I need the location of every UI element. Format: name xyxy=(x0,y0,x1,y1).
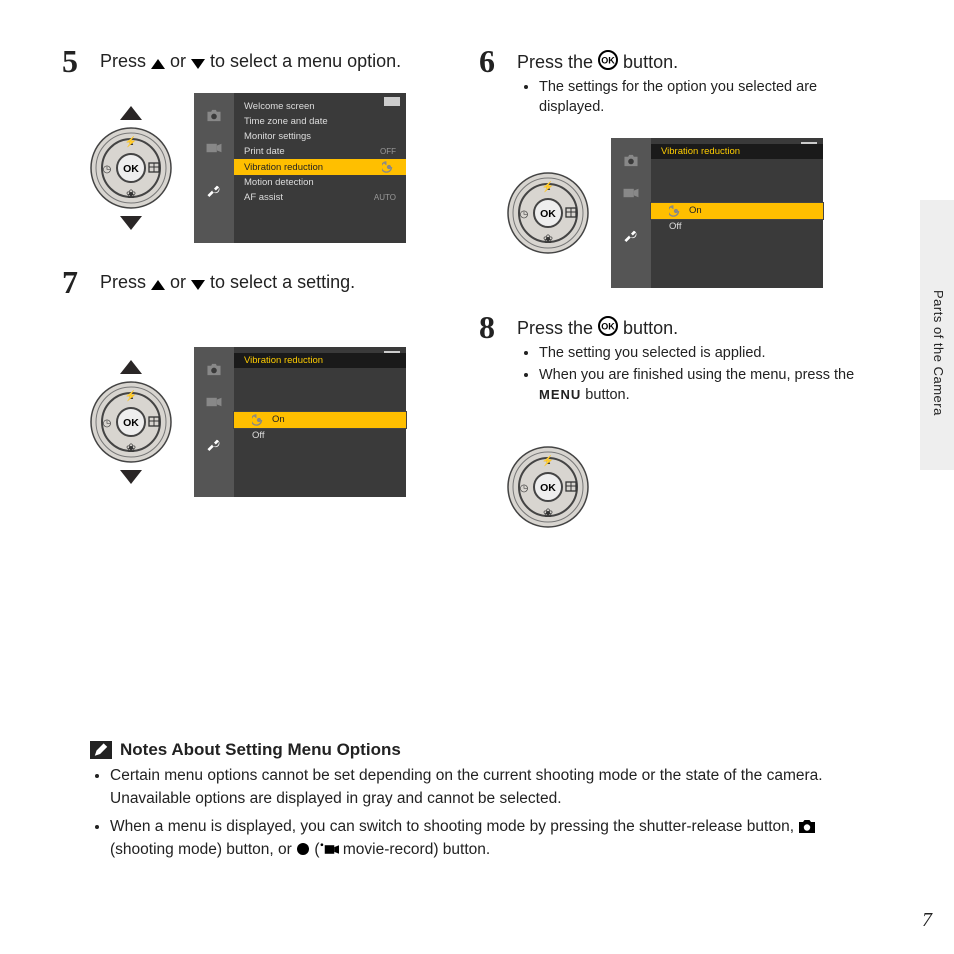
vr-icon xyxy=(382,161,396,173)
triangle-down-icon xyxy=(191,59,205,69)
selector-dial xyxy=(507,172,589,254)
notes-heading: Notes About Setting Menu Options xyxy=(120,740,401,760)
arrow-down-icon xyxy=(120,470,142,484)
option-row: On xyxy=(651,203,823,219)
menu-label: MENU xyxy=(539,387,581,402)
section-label: Parts of the Camera xyxy=(931,290,946,416)
dot-icon xyxy=(296,842,310,856)
step-7: 7 Press or to select a setting. xyxy=(90,271,467,294)
lcd-vr-menu: Vibration reduction OnOff xyxy=(194,347,406,497)
wrench-icon xyxy=(622,228,640,242)
triangle-up-icon xyxy=(151,59,165,69)
step-8-bullets: The setting you selected is applied. Whe… xyxy=(539,344,884,406)
note-item: When a menu is displayed, you can switch… xyxy=(110,815,884,862)
notes-block: Notes About Setting Menu Options Certain… xyxy=(90,740,884,865)
menu-row: Motion detection xyxy=(234,175,406,190)
dial-icon xyxy=(90,127,172,209)
step-8: 8 Press the button. The setting you sele… xyxy=(507,316,884,406)
step-6-text: Press the button. xyxy=(517,50,884,74)
note-icon xyxy=(90,741,112,759)
menu-row: Time zone and date xyxy=(234,114,406,129)
page-number: 7 xyxy=(922,909,932,932)
dial-icon xyxy=(507,172,589,254)
menu-row: Monitor settings xyxy=(234,129,406,144)
dial-icon xyxy=(90,381,172,463)
vr-icon xyxy=(252,414,266,426)
menu-header: Vibration reduction xyxy=(651,144,823,159)
menu-row: Welcome screen xyxy=(234,99,406,114)
step-6-bullets: The settings for the option you selected… xyxy=(539,78,884,117)
arrow-down-icon xyxy=(120,216,142,230)
selector-dial xyxy=(507,446,589,528)
note-item: Certain menu options cannot be set depen… xyxy=(110,764,884,811)
triangle-down-icon xyxy=(191,280,205,290)
ok-button-icon xyxy=(598,50,618,70)
selector-dial-updown xyxy=(90,108,172,228)
option-row: Off xyxy=(651,219,823,234)
movie-icon xyxy=(205,141,223,155)
step-7-number: 7 xyxy=(62,264,78,301)
step-5: 5 Press or to select a menu option. xyxy=(90,50,467,73)
menu-header: Vibration reduction xyxy=(234,353,406,368)
ok-button-icon xyxy=(598,316,618,336)
camera-icon xyxy=(205,363,223,377)
movie-icon xyxy=(622,186,640,200)
menu-row: Print dateOFF xyxy=(234,144,406,159)
dial-icon xyxy=(507,446,589,528)
camera-icon xyxy=(798,818,816,834)
vr-icon xyxy=(669,205,683,217)
step-8-text: Press the button. xyxy=(517,316,884,340)
bullet: The setting you selected is applied. xyxy=(539,344,884,364)
bullet: The settings for the option you selected… xyxy=(539,78,884,117)
triangle-up-icon xyxy=(151,280,165,290)
bullet: When you are finished using the menu, pr… xyxy=(539,366,884,405)
movie-icon xyxy=(205,395,223,409)
movie-record-icon xyxy=(320,843,339,856)
selector-dial-updown xyxy=(90,362,172,482)
step-6-number: 6 xyxy=(479,43,495,80)
camera-icon xyxy=(205,109,223,123)
lcd-setup-menu: Welcome screenTime zone and dateMonitor … xyxy=(194,93,406,243)
wrench-icon xyxy=(205,183,223,197)
option-row: On xyxy=(234,412,406,428)
step-5-text: Press or to select a menu option. xyxy=(100,50,467,73)
arrow-up-icon xyxy=(120,360,142,374)
wrench-icon xyxy=(205,437,223,451)
menu-row: AF assistAUTO xyxy=(234,190,406,205)
lcd-vr-menu: Vibration reduction OnOff xyxy=(611,138,823,288)
step-6: 6 Press the button. The settings for the… xyxy=(507,50,884,118)
step-7-text: Press or to select a setting. xyxy=(100,271,467,294)
arrow-up-icon xyxy=(120,106,142,120)
step-5-number: 5 xyxy=(62,43,78,80)
step-8-number: 8 xyxy=(479,309,495,346)
option-row: Off xyxy=(234,428,406,443)
menu-row: Vibration reduction xyxy=(234,159,406,175)
camera-icon xyxy=(622,154,640,168)
